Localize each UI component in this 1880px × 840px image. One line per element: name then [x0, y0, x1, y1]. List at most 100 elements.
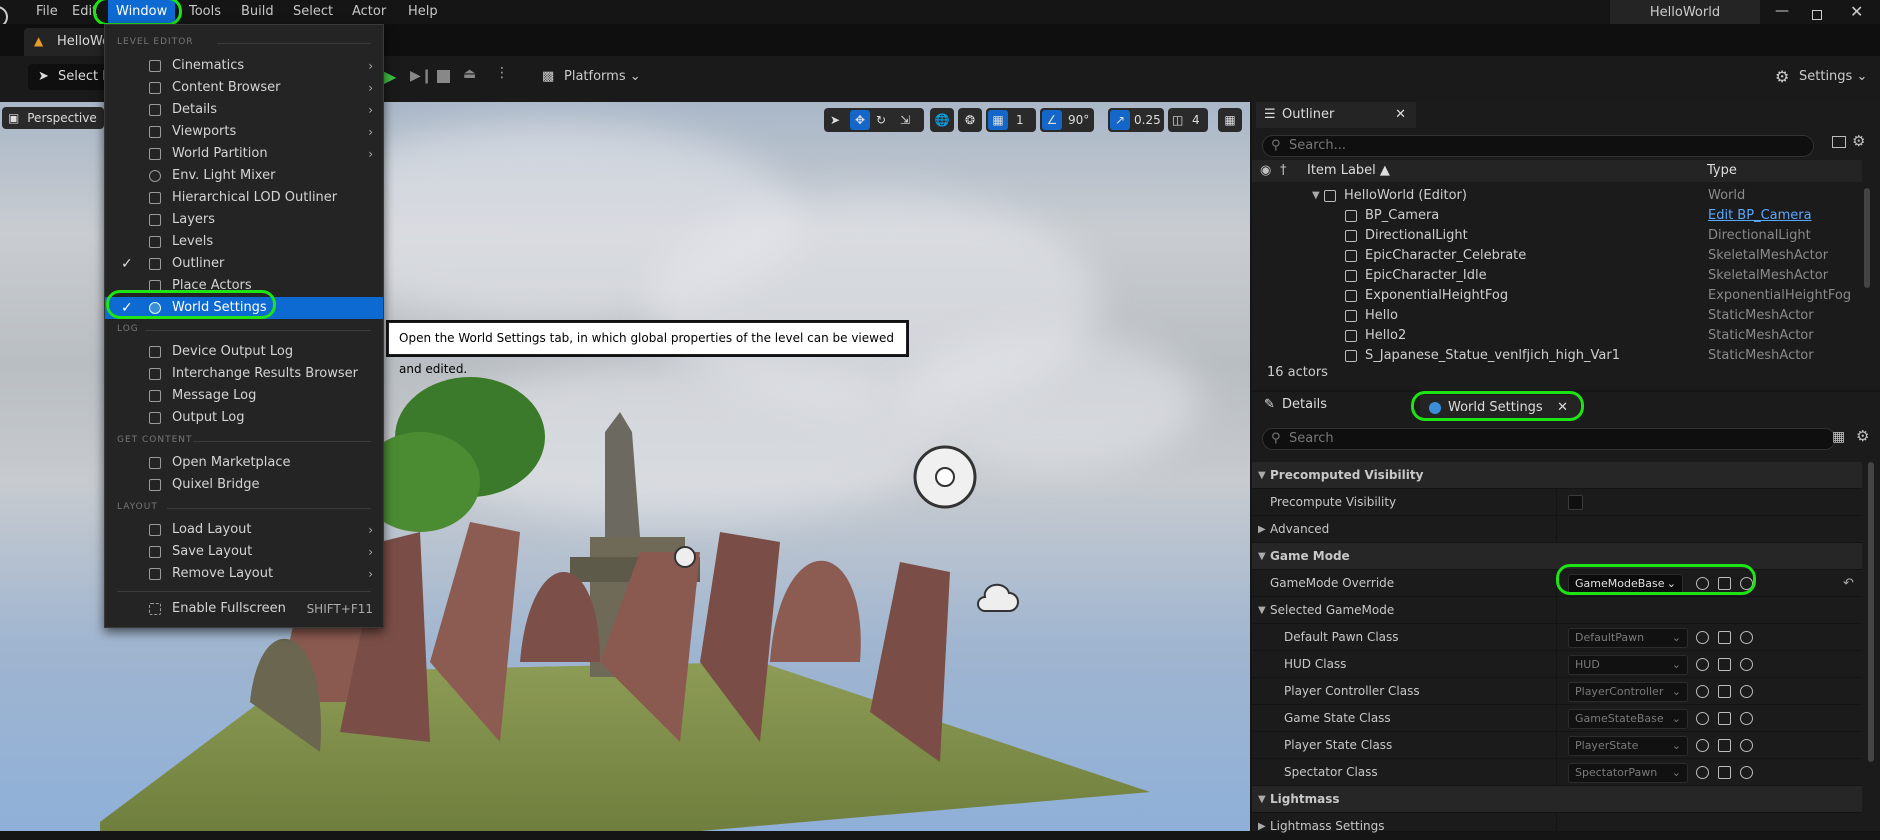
details-row[interactable]: ▼ Lightmass [1252, 786, 1862, 813]
menu-item-message-log[interactable]: Message Log [105, 385, 383, 407]
camera-speed-button[interactable]: ◫ 4 [1168, 108, 1208, 132]
more-options-icon[interactable]: ⋮ [495, 65, 509, 81]
play-icon[interactable]: ▶ [384, 67, 396, 86]
menu-item-env-light-mixer[interactable]: Env. Light Mixer [105, 165, 383, 187]
restore-icon[interactable] [1812, 10, 1822, 20]
menu-item-save-layout[interactable]: Save Layout › [105, 541, 383, 563]
menu-item-world-partition[interactable]: World Partition › [105, 143, 383, 165]
details-row[interactable]: ▼ Game Mode [1252, 543, 1862, 570]
menu-item-interchange-results[interactable]: Interchange Results Browser [105, 363, 383, 385]
column-item-label[interactable]: Item Label ▲ [1307, 160, 1390, 182]
rotate-tool-icon[interactable]: ↻ [876, 108, 886, 132]
add-new-icon[interactable] [1740, 577, 1753, 590]
menu-item-load-layout[interactable]: Load Layout › [105, 519, 383, 541]
eject-icon[interactable]: ⏏ [463, 66, 476, 82]
menu-item-place-actors[interactable]: Place Actors [105, 275, 383, 297]
menu-item-quixel-bridge[interactable]: Quixel Bridge [105, 474, 383, 496]
menu-item-layers[interactable]: Layers [105, 209, 383, 231]
outliner-row[interactable]: EpicCharacter_Idle SkeletalMeshActor [1252, 266, 1862, 286]
rotation-snap-button[interactable]: ∠ 90° [1040, 108, 1094, 132]
outliner-search-input[interactable]: ⚲ Search... [1262, 135, 1814, 157]
menu-tools[interactable]: Tools [181, 0, 229, 24]
outliner-row[interactable]: DirectionalLight DirectionalLight [1252, 226, 1862, 246]
outliner-row[interactable]: EpicCharacter_Celebrate SkeletalMeshActor [1252, 246, 1862, 266]
menu-item-device-output-log[interactable]: Device Output Log [105, 341, 383, 363]
menu-file[interactable]: File [28, 0, 66, 24]
menu-item-cinematics[interactable]: Cinematics › [105, 55, 383, 77]
outliner-row-type: DirectionalLight [1708, 228, 1811, 243]
chevron-down-icon[interactable]: ▼ [1258, 462, 1266, 489]
world-space-button[interactable]: 🌐 [930, 108, 954, 132]
menu-item-details[interactable]: Details › [105, 99, 383, 121]
chevron-right-icon[interactable]: ▶ [1258, 813, 1266, 840]
outliner-row[interactable]: Hello StaticMeshActor [1252, 306, 1862, 326]
menu-item-viewports[interactable]: Viewports › [105, 121, 383, 143]
close-tab-icon[interactable]: ✕ [1557, 395, 1568, 421]
menu-item-levels[interactable]: Levels [105, 231, 383, 253]
reset-to-default-icon[interactable]: ↶ [1843, 570, 1854, 597]
browse-back-icon[interactable] [1696, 577, 1709, 590]
select-tool-icon[interactable]: ➤ [830, 108, 840, 132]
stop-icon[interactable] [437, 70, 450, 83]
details-search-input[interactable]: ⚲ Search [1262, 428, 1836, 450]
outliner-tab[interactable]: ☰ Outliner ✕ [1256, 102, 1416, 128]
details-row[interactable]: ▼ Precomputed Visibility [1252, 462, 1862, 489]
details-row[interactable]: ▼ Selected GameMode [1252, 597, 1862, 624]
menu-help[interactable]: Help [400, 0, 446, 24]
scale-snap-button[interactable]: ↗ 0.25 [1108, 108, 1164, 132]
outliner-row[interactable]: BP_Camera Edit BP_Camera [1252, 206, 1862, 226]
outliner-scrollbar[interactable] [1864, 188, 1870, 288]
step-icon[interactable]: ▶❙ [410, 68, 433, 84]
menu-item-open-marketplace[interactable]: Open Marketplace [105, 452, 383, 474]
chevron-right-icon[interactable]: ▶ [1258, 516, 1266, 543]
world-settings-tab[interactable]: World Settings ✕ [1420, 395, 1580, 421]
menu-select[interactable]: Select [285, 0, 341, 24]
menu-item-world-settings[interactable]: ✓ World Settings [105, 297, 383, 319]
outliner-row[interactable]: Hello2 StaticMeshActor [1252, 326, 1862, 346]
folder-browse-icon[interactable] [1718, 577, 1731, 590]
pin-icon[interactable]: † [1280, 160, 1287, 182]
select-mode-button[interactable]: ➤ Select Mode [28, 64, 108, 90]
chevron-down-icon[interactable]: ▼ [1258, 597, 1266, 624]
settings-gear-icon[interactable]: ⚙ [1852, 132, 1865, 150]
outliner-row[interactable]: ▼ HelloWorld (Editor) World [1252, 186, 1862, 206]
chevron-down-icon[interactable]: ▼ [1258, 543, 1266, 570]
column-type[interactable]: Type [1707, 160, 1737, 182]
surface-snap-button[interactable]: ❂ [958, 108, 982, 132]
details-scrollbar[interactable] [1868, 462, 1874, 762]
table-view-icon[interactable]: ▦ [1832, 429, 1845, 445]
minimize-icon[interactable]: — [1775, 3, 1789, 19]
menu-item-output-log[interactable]: Output Log [105, 407, 383, 429]
grid-snap-button[interactable]: ▦ 1 [986, 108, 1036, 132]
viewport-layout-button[interactable]: ▦ [1218, 108, 1242, 132]
menu-window[interactable]: Window [108, 0, 176, 24]
close-tab-icon[interactable]: ✕ [1395, 102, 1406, 128]
menu-item-outliner[interactable]: ✓ Outliner [105, 253, 383, 275]
platforms-button[interactable]: ▩ Platforms ⌄ [540, 66, 641, 88]
menu-item-content-browser[interactable]: Content Browser › [105, 77, 383, 99]
outliner-row[interactable]: S_Japanese_Statue_venlfjich_high_Var1 Sta… [1252, 346, 1862, 366]
add-folder-icon[interactable] [1832, 136, 1846, 148]
perspective-button[interactable]: ▣ Perspective [2, 107, 104, 129]
class-picker-combo[interactable]: GameModeBase ⌄ [1568, 574, 1683, 594]
menu-item-hlod-outliner[interactable]: Hierarchical LOD Outliner [105, 187, 383, 209]
menu-edit[interactable]: Edit [64, 0, 105, 24]
details-row[interactable]: ▶ Lightmass Settings [1252, 813, 1862, 840]
visibility-eye-icon[interactable]: ◉ [1260, 160, 1271, 182]
precompute-visibility-checkbox[interactable] [1568, 495, 1583, 510]
move-tool-icon[interactable]: ✥ [850, 110, 870, 130]
close-window-icon[interactable]: ✕ [1850, 2, 1863, 21]
edit-blueprint-link[interactable]: Edit BP_Camera [1708, 206, 1812, 226]
settings-gear-icon[interactable]: ⚙ [1856, 427, 1869, 445]
details-tab[interactable]: ✎ Details [1256, 392, 1386, 418]
menu-item-remove-layout[interactable]: Remove Layout › [105, 563, 383, 585]
menu-build[interactable]: Build [233, 0, 282, 24]
scale-tool-icon[interactable]: ⇲ [900, 108, 910, 132]
menu-actor[interactable]: Actor [344, 0, 394, 24]
outliner-row[interactable]: ExponentialHeightFog ExponentialHeightFog [1252, 286, 1862, 306]
menu-item-enable-fullscreen[interactable]: Enable Fullscreen SHIFT+F11 [105, 598, 383, 620]
settings-button[interactable]: ⚙ Settings ⌄ [1775, 66, 1867, 88]
details-row[interactable]: ▶ Advanced [1252, 516, 1862, 543]
chevron-down-icon[interactable]: ▼ [1258, 786, 1266, 813]
expand-arrow-icon[interactable]: ▼ [1312, 186, 1320, 206]
